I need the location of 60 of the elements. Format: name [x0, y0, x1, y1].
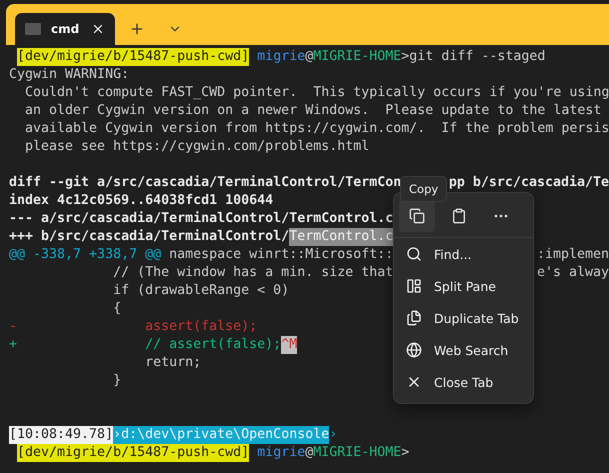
menu-item[interactable]: Close Tab: [394, 366, 533, 398]
more-icon: [494, 214, 508, 218]
paste-icon: [451, 208, 467, 224]
terminal-tab[interactable]: cmd: [15, 13, 115, 45]
menu-item[interactable]: Find...: [394, 238, 533, 270]
terminal-text: ›: [329, 426, 338, 444]
menu-item-label: Web Search: [434, 342, 508, 358]
search-icon: [406, 246, 422, 262]
split-pane-icon: [406, 278, 422, 294]
terminal-text: pp b/src/cascadia/Te: [448, 175, 609, 190]
menu-item-label: Split Pane: [434, 278, 496, 294]
close-icon[interactable]: [91, 22, 105, 36]
terminal-text: an older Cygwin version on a newer Windows. Please update to the latest: [24, 102, 602, 120]
terminal-text: e's alway: [536, 265, 609, 280]
terminal-text: MIGRIE-HOME: [313, 48, 402, 66]
terminal-text: ›d:\dev\private\OpenConsole: [113, 426, 330, 444]
terminal-text: index 4c12c0569..64038fcd1 100644: [9, 192, 274, 210]
terminal-icon: [25, 23, 41, 35]
terminal-text: --- a/src/cascadia/TerminalControl/TermControl.c: [9, 210, 394, 228]
menu-item[interactable]: Duplicate Tab: [394, 302, 533, 334]
terminal-text: migrie: [256, 48, 306, 66]
menu-item-label: Find...: [434, 246, 472, 262]
menu-item-label: Duplicate Tab: [434, 310, 519, 326]
terminal-text: TermControl.c: [289, 228, 394, 246]
terminal-text: return;: [144, 354, 202, 372]
terminal-text: if (drawableRange < 0): [112, 282, 290, 300]
terminal-text: [10:08:49.78]: [9, 426, 114, 444]
terminal-text: ^M: [281, 336, 298, 354]
terminal-text: [dev/migrie/b/15487-push-cwd]: [17, 48, 250, 66]
terminal-text: - assert(false);: [9, 318, 258, 336]
copy-icon: [409, 208, 425, 224]
duplicate-icon: [406, 310, 422, 326]
terminal-text: MIGRIE-HOME: [313, 444, 402, 462]
terminal-text: migrie: [256, 444, 306, 462]
terminal-text: :implemen: [536, 247, 609, 262]
terminal-text: @@ -338,7 +338,7 @@: [9, 246, 162, 264]
terminal-text: available Cygwin version from https://cygwin.com/. If the problem persis: [24, 120, 609, 138]
menu-item[interactable]: Split Pane: [394, 270, 533, 302]
menu-item[interactable]: Web Search: [394, 334, 533, 366]
terminal-text: [dev/migrie/b/15487-push-cwd]: [17, 444, 250, 462]
terminal-text: diff --git a/src/cascadia/TerminalControl/TermCon: [9, 174, 402, 192]
terminal-text: >: [401, 444, 410, 462]
copy-button[interactable]: [399, 200, 435, 232]
plus-icon: [129, 21, 145, 37]
menu-item-label: Close Tab: [434, 374, 494, 390]
terminal-text: Couldn't compute FAST_CWD pointer. This typically occurs if you're using: [24, 84, 609, 102]
globe-icon: [406, 342, 422, 358]
terminal-text: @: [305, 444, 314, 462]
terminal-text: >git diff --staged: [401, 48, 546, 66]
tab-title: cmd: [51, 22, 80, 36]
terminal-text: // (The window has a min. size that: [112, 264, 394, 282]
terminal-text: Cygwin WARNING:: [9, 66, 130, 84]
terminal-text: namespace winrt::Microsoft::: [168, 246, 394, 264]
terminal-text: }: [112, 372, 122, 390]
tooltip: Copy: [400, 176, 448, 202]
terminal-text: +++ b/src/cascadia/TerminalControl/: [9, 228, 290, 246]
terminal-text: @: [305, 48, 314, 66]
terminal-text: please see https://cygwin.com/problems.html: [24, 138, 370, 156]
terminal-text: + // assert(false);: [9, 336, 282, 354]
terminal-text: {: [112, 300, 122, 318]
